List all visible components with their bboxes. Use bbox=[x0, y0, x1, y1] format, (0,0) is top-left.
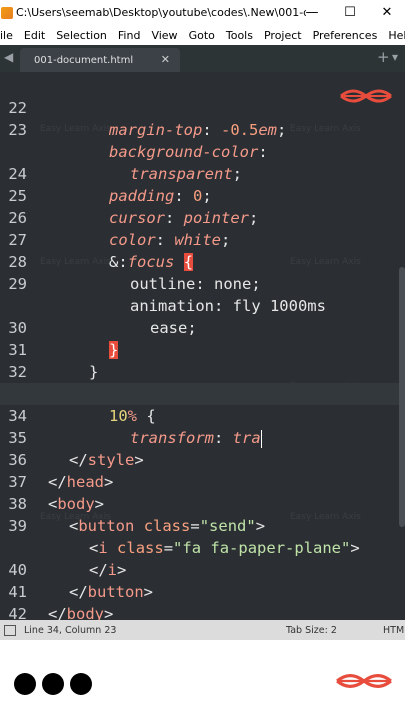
vertical-scrollbar[interactable] bbox=[399, 267, 405, 527]
code-line: 35 </style> bbox=[8, 429, 144, 469]
code-line: 25 cursor: pointer; bbox=[8, 187, 259, 227]
tab-list-icon[interactable]: ▾ bbox=[392, 50, 398, 64]
window-title: C:\Users\seemab\Desktop\youtube\codes\.N… bbox=[16, 6, 306, 19]
sublime-app-icon bbox=[1, 6, 13, 19]
menu-view[interactable]: View bbox=[151, 29, 177, 42]
menu-find[interactable]: Find bbox=[118, 29, 141, 42]
code-line: 39 <i class="fa fa-paper-plane"> bbox=[8, 517, 360, 557]
tab-label: 001-document.html bbox=[34, 54, 134, 66]
code-line: 32 @keyframes fly { bbox=[8, 363, 238, 403]
code-line: 42 </html> bbox=[8, 605, 27, 620]
code-line: 40 </button> bbox=[8, 561, 154, 601]
code-line: 29 animation: fly 1000ms bbox=[8, 275, 326, 315]
minimize-button[interactable]: — bbox=[294, 0, 330, 25]
tab-size[interactable]: Tab Size: 2 bbox=[286, 625, 337, 636]
code-line-active: 34 transform: tra bbox=[0, 383, 405, 448]
code-line: 26 color: white; bbox=[8, 209, 231, 249]
menu-selection[interactable]: Selection bbox=[56, 29, 107, 42]
syntax-mode[interactable]: HTML bbox=[383, 625, 405, 636]
menu-project[interactable]: Project bbox=[264, 29, 302, 42]
code-line: 30 } bbox=[8, 319, 119, 359]
code-line: ease; bbox=[150, 319, 197, 337]
code-line: 28 outline: none; bbox=[8, 253, 261, 293]
menu-bar: ile Edit Selection Find View Goto Tools … bbox=[0, 25, 405, 45]
menu-goto[interactable]: Goto bbox=[189, 29, 215, 42]
menu-edit[interactable]: Edit bbox=[24, 29, 45, 42]
tab-close-icon[interactable]: ✕ bbox=[161, 53, 170, 66]
code-line: 31 } bbox=[8, 341, 99, 381]
code-line: 24 padding: 0; bbox=[8, 165, 212, 205]
menu-file[interactable]: ile bbox=[0, 29, 13, 42]
code-editor[interactable]: Easy Learn Axis Easy Learn Axis Easy Lea… bbox=[0, 72, 405, 620]
code-line: 38 <button class="send"> bbox=[8, 495, 266, 535]
code-line: 41 </body> bbox=[8, 583, 114, 620]
menu-preferences[interactable]: Preferences bbox=[313, 29, 378, 42]
panel-toggle-icon[interactable] bbox=[4, 624, 16, 636]
code-line: 27 &:focus { bbox=[8, 231, 194, 271]
new-tab-icon[interactable]: + bbox=[377, 48, 390, 66]
dot-icon bbox=[42, 673, 64, 695]
tab-bar: ◀ 001-document.html ✕ + ▾ bbox=[0, 45, 405, 72]
maximize-button[interactable]: ☐ bbox=[332, 0, 368, 25]
close-button[interactable]: ✕ bbox=[369, 0, 405, 25]
code-line: 33 10% { bbox=[8, 385, 156, 425]
video-overlay bbox=[0, 640, 405, 720]
tab-scroll-left-icon[interactable]: ◀ bbox=[4, 50, 13, 64]
code-line: 37 <body> bbox=[8, 473, 105, 513]
menu-tools[interactable]: Tools bbox=[226, 29, 253, 42]
channel-logo-icon bbox=[336, 674, 392, 688]
menu-help[interactable]: Help bbox=[388, 29, 405, 42]
status-bar: Line 34, Column 23 Tab Size: 2 HTML bbox=[0, 620, 405, 640]
title-bar: C:\Users\seemab\Desktop\youtube\codes\.N… bbox=[0, 0, 405, 25]
code-line: 22 margin-top: -0.5em; bbox=[8, 99, 287, 139]
tab-001-document[interactable]: 001-document.html ✕ bbox=[20, 48, 180, 72]
code-line: transparent; bbox=[130, 165, 242, 183]
dot-icon bbox=[70, 673, 92, 695]
cursor-position: Line 34, Column 23 bbox=[24, 624, 117, 636]
code-line: 36 </head> bbox=[8, 451, 114, 491]
code-line: 23 background-color: bbox=[8, 121, 268, 161]
dot-icon bbox=[14, 673, 36, 695]
code-line: </i> bbox=[89, 561, 127, 579]
